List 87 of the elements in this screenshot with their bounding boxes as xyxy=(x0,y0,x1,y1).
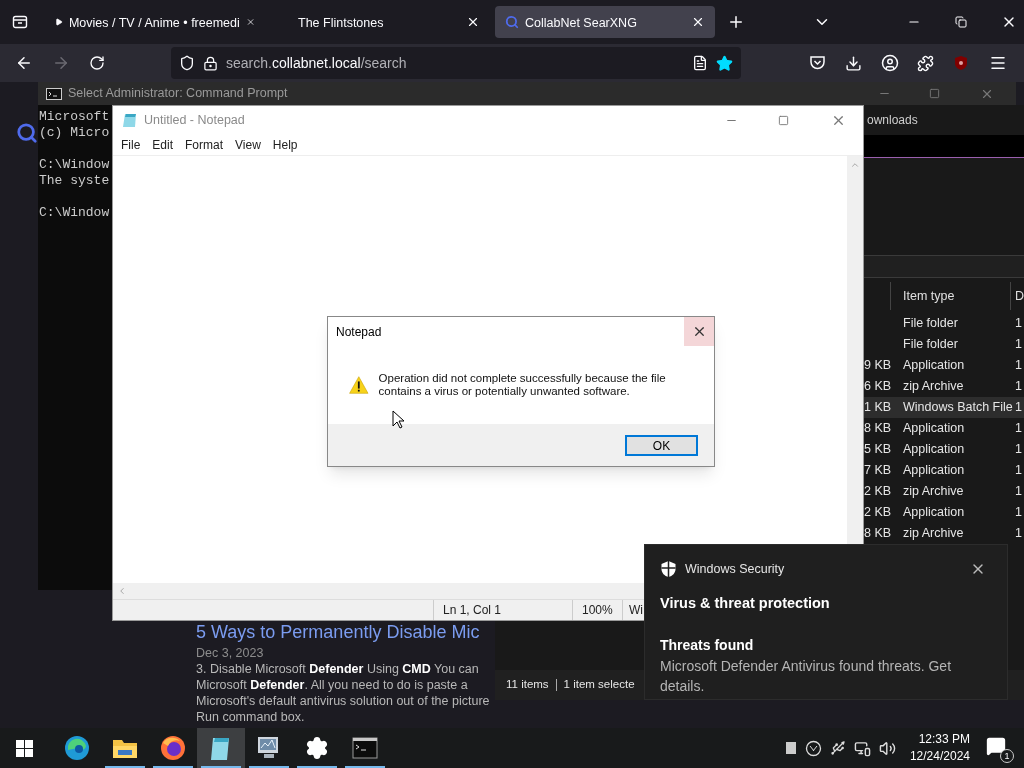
clock-date[interactable]: 12/24/2024 xyxy=(909,748,970,765)
file-row[interactable]: 8 KB zip Archive 1 xyxy=(864,523,1024,544)
size-cell: 5 KB xyxy=(864,442,892,457)
tab-title: Movies / TV / Anime • freemedi xyxy=(68,16,240,30)
date-cell-text: 1 xyxy=(1014,315,1023,333)
clock-time[interactable]: 12:33 PM xyxy=(918,731,970,748)
tab-title: The Flintstones xyxy=(298,16,384,30)
console-line: (c) Micro xyxy=(39,125,110,141)
result-snippet: Microsoft's default antivirus solution out of the picture xyxy=(196,693,490,709)
type-cell-text: Application xyxy=(902,357,966,375)
type-cell-text: File folder xyxy=(902,315,959,333)
address-field[interactable]: search.collabnet.local/search xyxy=(171,47,741,79)
date-cell-text: 1 xyxy=(1014,441,1023,459)
browser-tab[interactable]: The Flintstones xyxy=(270,6,490,38)
menu-item[interactable]: Help xyxy=(266,135,304,154)
date-cell-text: 1 xyxy=(1014,336,1023,354)
type-cell-text: zip Archive xyxy=(902,378,965,396)
console-line: C:\Window xyxy=(39,205,110,221)
date-cell-text: 1 xyxy=(1014,504,1023,522)
status-text: 11 items xyxy=(505,677,549,693)
toast-heading: Virus & threat protection xyxy=(660,593,831,613)
type-cell-text: zip Archive xyxy=(902,483,965,501)
size-cell: 8 KB xyxy=(864,421,892,436)
date-cell-text: 1 xyxy=(1014,462,1023,480)
window-title: Select Administrator: Command Prompt xyxy=(68,85,289,103)
console-line: The syste xyxy=(39,173,110,189)
menu-item[interactable]: Format xyxy=(179,135,230,154)
date-cell-text: 1 xyxy=(1014,420,1023,438)
size-cell: 7 KB xyxy=(864,463,892,478)
file-row[interactable]: 2 KB zip Archive 1 xyxy=(864,481,1024,502)
size-cell: 9 KB xyxy=(864,358,892,373)
file-row[interactable]: 1 KB Windows Batch File 1 xyxy=(864,397,1024,418)
size-cell: 1 KB xyxy=(864,400,892,415)
status-text: 1 item selecte xyxy=(563,677,635,693)
file-row[interactable]: 9 KB Application 1 xyxy=(864,355,1024,376)
app-name: Windows Security xyxy=(685,561,786,578)
type-cell-text: Application xyxy=(902,462,966,480)
date-cell-text: 1 xyxy=(1014,399,1023,417)
tab-title: CollabNet SearXNG xyxy=(525,16,637,30)
file-row[interactable]: 6 KB zip Archive 1 xyxy=(864,376,1024,397)
ok-button[interactable]: OK xyxy=(625,434,698,456)
size-cell: 8 KB xyxy=(864,526,892,541)
file-row[interactable]: 7 KB Application 1 xyxy=(864,460,1024,481)
size-cell: 2 KB xyxy=(864,505,892,520)
console-line: Microsoft xyxy=(39,109,110,125)
menu-item[interactable]: View xyxy=(229,135,267,154)
toast-title: Threats found xyxy=(660,635,755,655)
status-text: Ln 1, Col 1 xyxy=(443,602,502,619)
status-text: 100% xyxy=(582,602,613,619)
type-cell-text: zip Archive xyxy=(902,525,965,543)
date-cell-text: 1 xyxy=(1014,483,1023,501)
menu-item[interactable]: File xyxy=(115,135,147,154)
status-text: Wi xyxy=(629,602,643,619)
type-cell-text: File folder xyxy=(902,336,959,354)
menu-item[interactable]: Edit xyxy=(146,135,180,154)
dialog-message: Operation did not complete successfully because the file contains a virus or potentially unwanted software. xyxy=(378,372,667,398)
address-text: ownloads xyxy=(867,112,918,129)
browser-tab[interactable]: CollabNet SearXNG xyxy=(495,6,715,38)
date-cell-text: 1 xyxy=(1014,525,1023,543)
window-title: Untitled - Notepad xyxy=(144,111,246,129)
type-cell-text: Application xyxy=(902,420,966,438)
column-header[interactable]: D xyxy=(1015,288,1024,303)
file-row[interactable]: File folder 1 xyxy=(864,313,1024,334)
result-snippet: 3. Disable Microsoft Defender Using CMD You can xyxy=(196,661,479,677)
result-date: Dec 3, 2023 xyxy=(196,645,264,661)
type-cell-text: Application xyxy=(902,441,966,459)
result-title[interactable]: 5 Ways to Permanently Disable Mic xyxy=(196,622,480,642)
result-snippet: Run command box. xyxy=(196,709,305,725)
file-row[interactable]: 5 KB Application 1 xyxy=(864,439,1024,460)
size-cell: 6 KB xyxy=(864,379,892,394)
dialog-title: Notepad xyxy=(336,323,383,341)
file-row[interactable]: File folder 1 xyxy=(864,334,1024,355)
url-text: search.collabnet.local/search xyxy=(226,53,408,73)
column-header[interactable]: Item type xyxy=(903,286,955,306)
toast-body: Microsoft Defender Antivirus found threats. Get details. xyxy=(660,656,953,696)
console-line: C:\Window xyxy=(39,157,110,173)
file-row[interactable]: 2 KB Application 1 xyxy=(864,502,1024,523)
file-row[interactable]: 8 KB Application 1 xyxy=(864,418,1024,439)
notification-toast[interactable]: Windows Security Virus & threat protection Threats found Microsoft Defender Antivirus found threats. Get details. xyxy=(644,544,1008,700)
type-cell-text: Windows Batch File xyxy=(902,399,1011,417)
type-cell-text: Application xyxy=(902,504,966,522)
result-snippet: Microsoft Defender. All you need to do is paste a xyxy=(196,677,468,693)
browser-tab[interactable]: Movies / TV / Anime • freemedi xyxy=(45,6,265,38)
size-cell: 2 KB xyxy=(864,484,892,499)
date-cell-text: 1 xyxy=(1014,357,1023,375)
notification-count: 1 xyxy=(1000,749,1014,763)
date-cell-text: 1 xyxy=(1014,378,1023,396)
